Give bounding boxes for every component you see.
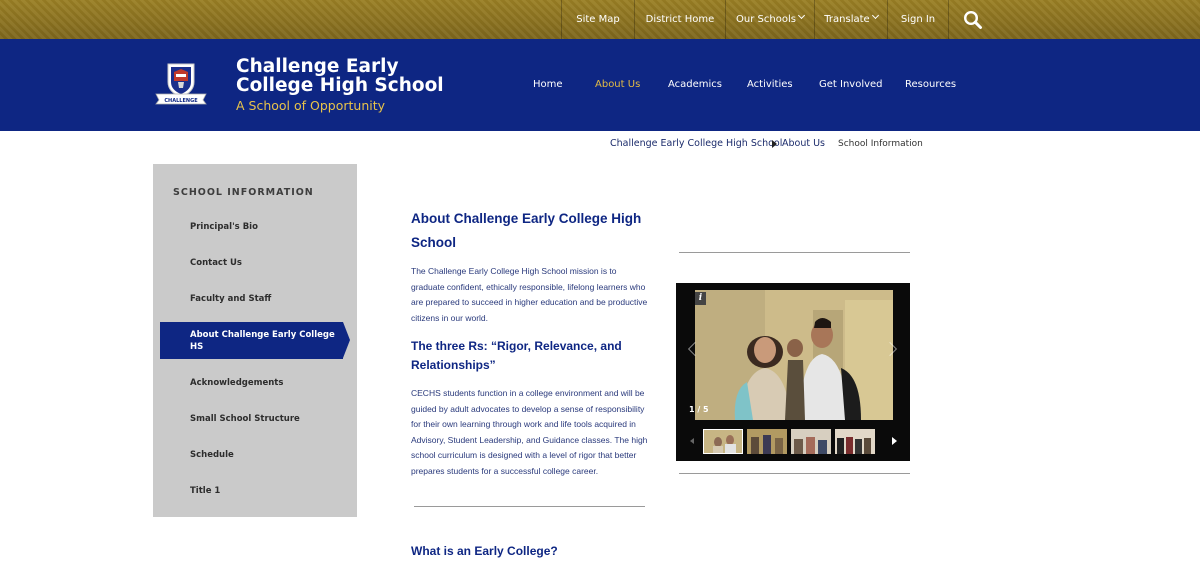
sidebar-item-principals-bio[interactable]: Principal's Bio [190, 222, 258, 232]
sidebar-item-acknowledgements[interactable]: Acknowledgements [190, 378, 283, 388]
nav-home[interactable]: Home [533, 79, 563, 90]
breadcrumb-school[interactable]: Challenge Early College High School [610, 138, 782, 149]
our-schools-label: Our Schools [736, 14, 796, 25]
photo-gallery: i 1 / 5 [676, 283, 910, 461]
gallery-divider-bottom [679, 473, 910, 474]
school-tagline: A School of Opportunity [236, 98, 386, 113]
breadcrumb-about-us[interactable]: About Us [782, 138, 825, 149]
search-button[interactable] [948, 0, 996, 39]
three-rs-paragraph: CECHS students function in a college env… [411, 388, 648, 476]
sidebar-title: SCHOOL INFORMATION [173, 187, 314, 198]
site-map-label: Site Map [576, 14, 620, 25]
page-heading: About Challenge Early College High Schoo… [411, 211, 642, 250]
school-name[interactable]: Challenge Early College High School [236, 57, 476, 95]
sidebar-item-contact-us[interactable]: Contact Us [190, 258, 242, 268]
gallery-thumbnail[interactable] [747, 429, 787, 454]
sidebar-item-schedule[interactable]: Schedule [190, 450, 234, 460]
district-home-link[interactable]: District Home [634, 0, 725, 39]
early-college-heading: What is an Early College? [411, 544, 558, 558]
nav-get-involved[interactable]: Get Involved [819, 79, 883, 90]
chevron-down-icon [797, 11, 805, 19]
translate-dropdown[interactable]: Translate [814, 0, 887, 39]
sidebar-item-title-1[interactable]: Title 1 [190, 486, 220, 496]
sidebar-item-small-school-structure[interactable]: Small School Structure [190, 414, 300, 424]
sidebar-item-about-challenge[interactable]: About Challenge Early College HS [160, 322, 350, 359]
school-logo[interactable]: CHALLENGE [154, 60, 208, 106]
caret-right-icon [772, 140, 777, 148]
translate-label: Translate [824, 14, 870, 25]
nav-activities[interactable]: Activities [747, 79, 793, 90]
our-schools-dropdown[interactable]: Our Schools [725, 0, 814, 39]
gallery-divider-top [679, 252, 910, 253]
gallery-counter: 1 / 5 [689, 405, 709, 414]
sidebar-item-label: About Challenge Early College HS [190, 330, 335, 352]
search-icon [963, 10, 982, 29]
section-divider [414, 506, 645, 507]
sidebar-item-faculty-and-staff[interactable]: Faculty and Staff [190, 294, 271, 304]
district-home-label: District Home [645, 14, 715, 25]
gallery-thumbnail[interactable] [703, 429, 743, 454]
site-map-link[interactable]: Site Map [561, 0, 634, 39]
gallery-thumbnail[interactable] [791, 429, 831, 454]
sign-in-label: Sign In [900, 14, 936, 25]
chevron-down-icon [871, 11, 879, 19]
gallery-thumbnail[interactable] [835, 429, 875, 454]
info-icon[interactable]: i [695, 292, 706, 305]
gallery-photo[interactable] [695, 290, 893, 420]
section-sidebar: SCHOOL INFORMATION Principal's Bio Conta… [153, 164, 357, 517]
strip-prev-icon[interactable] [690, 438, 694, 444]
strip-next-icon[interactable] [892, 437, 897, 445]
nav-resources[interactable]: Resources [905, 79, 956, 90]
sign-in-link[interactable]: Sign In [887, 0, 948, 39]
mission-paragraph: The Challenge Early College High School … [411, 266, 648, 323]
svg-text:CHALLENGE: CHALLENGE [164, 98, 198, 104]
nav-about-us[interactable]: About Us [595, 79, 640, 90]
three-rs-heading: The three Rs: “Rigor, Relevance, and Rel… [411, 339, 622, 372]
nav-academics[interactable]: Academics [668, 79, 722, 90]
breadcrumb-current: School Information [838, 139, 923, 149]
